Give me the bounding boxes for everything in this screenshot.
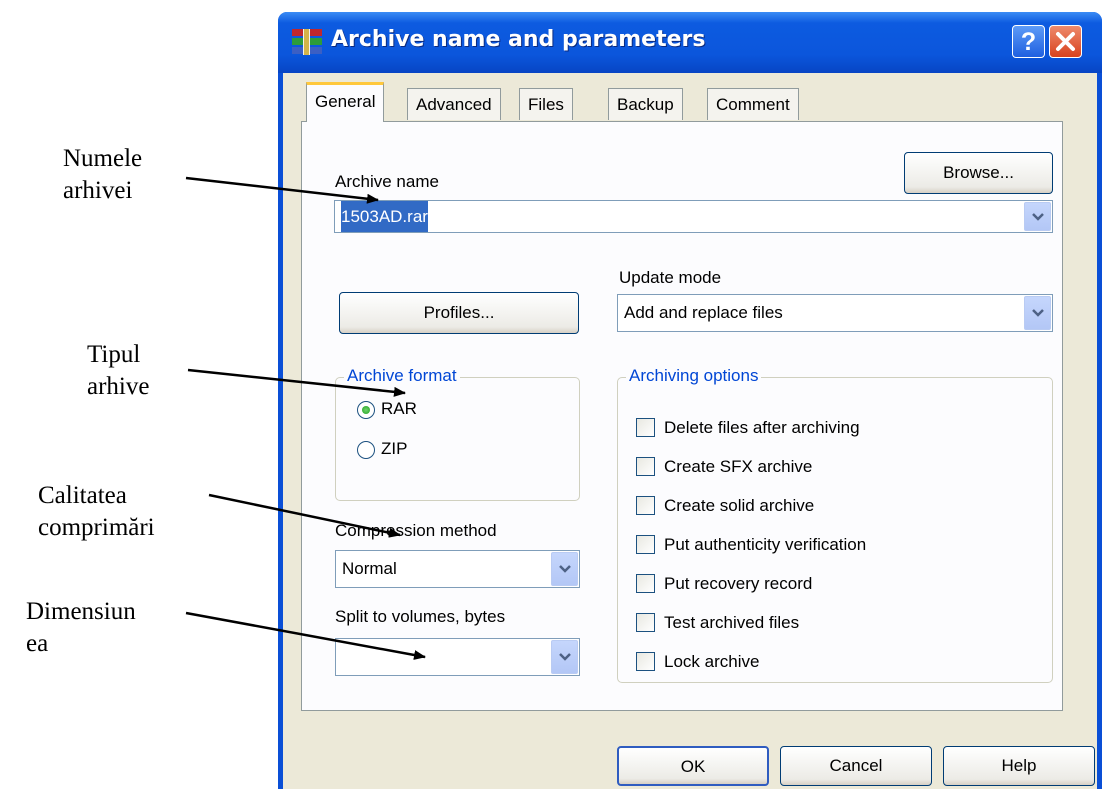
arrow-compression <box>208 493 401 538</box>
tab-general[interactable]: General <box>306 82 385 122</box>
arrow-size <box>185 611 426 660</box>
arrow-archive-type <box>187 368 406 397</box>
arrow-archive-name <box>185 176 379 204</box>
annotation-arrows <box>185 176 426 660</box>
